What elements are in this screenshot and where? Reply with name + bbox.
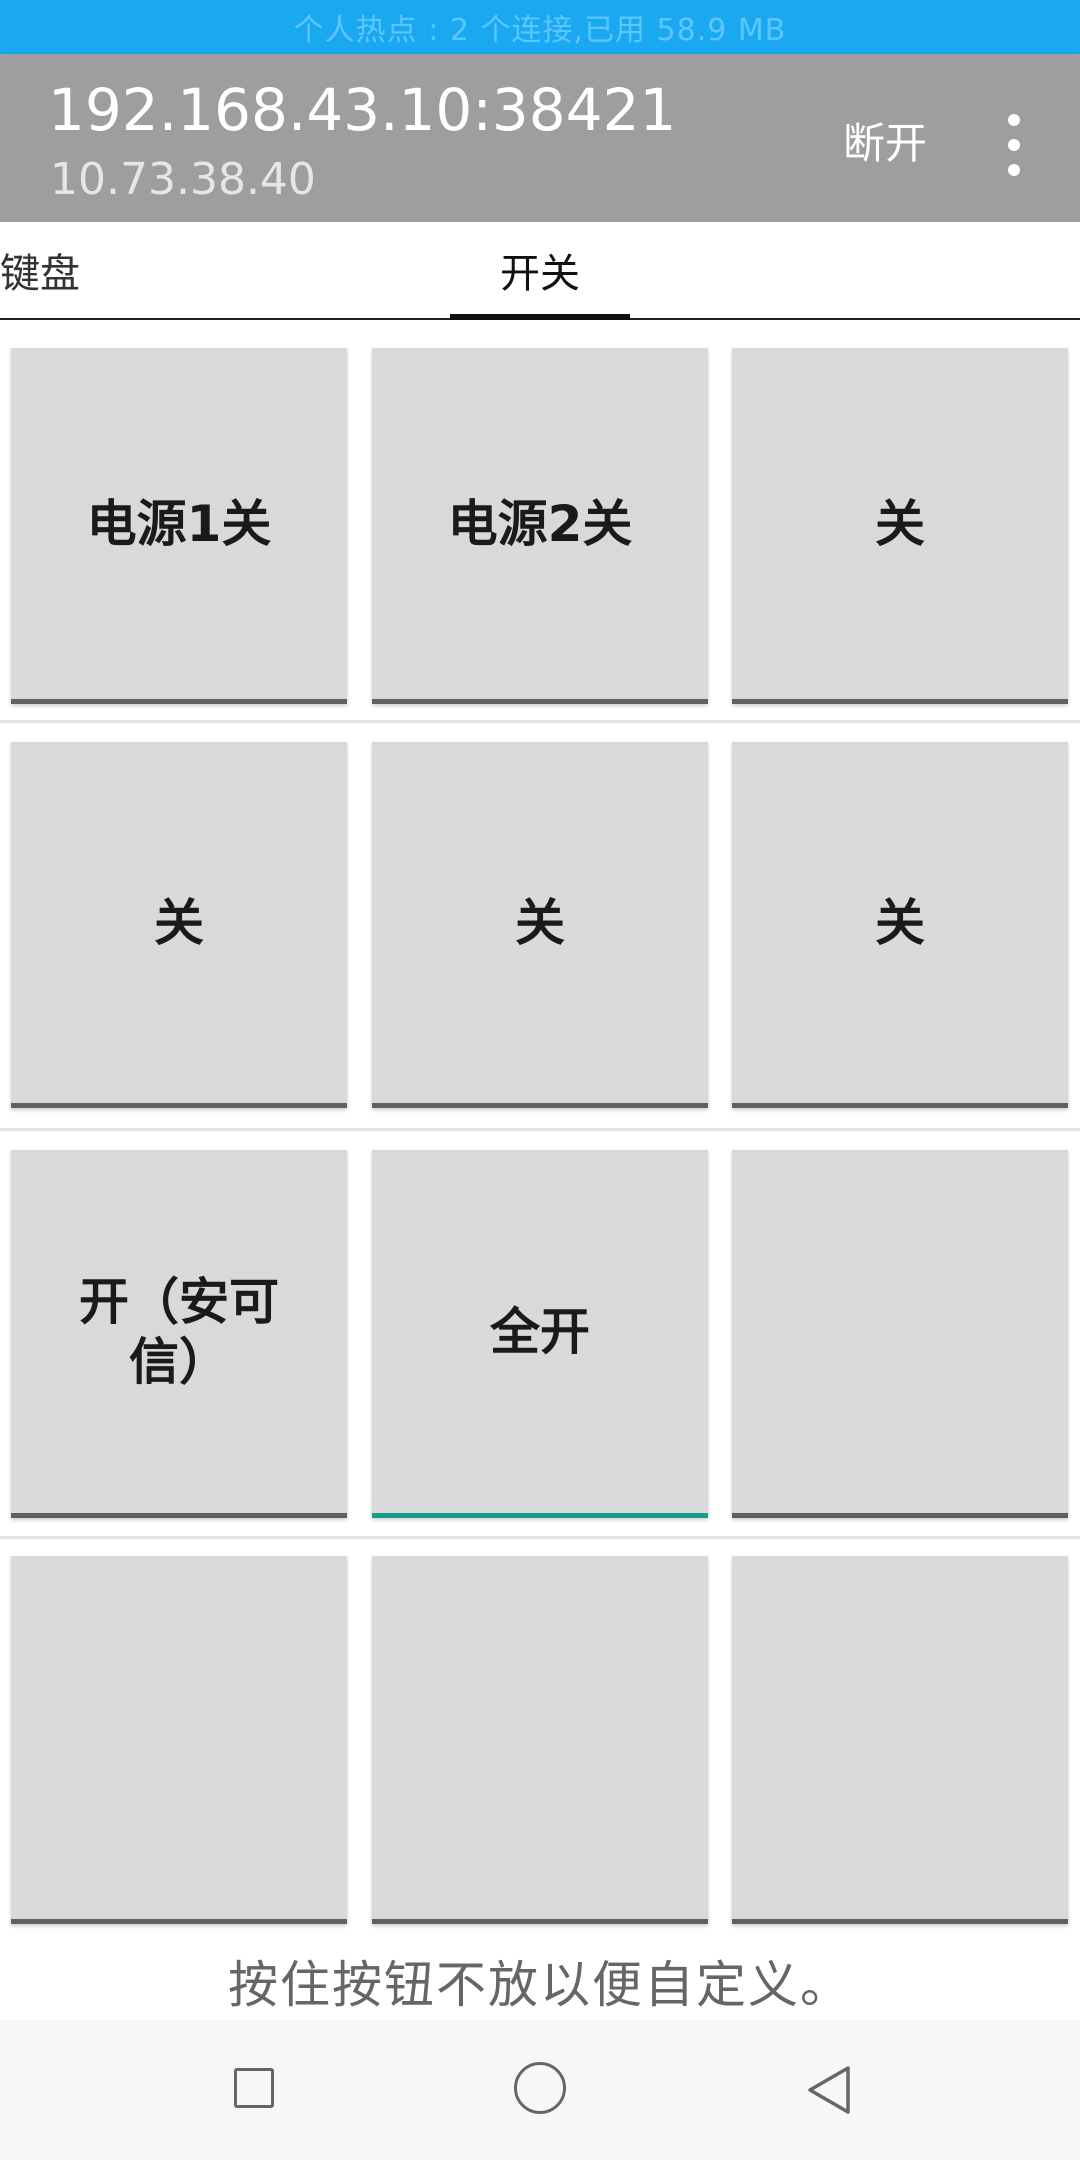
grid-button-label: 关: [875, 494, 925, 553]
grid-button-label: 关: [154, 893, 204, 952]
square-icon[interactable]: [234, 2068, 274, 2108]
grid-button-12[interactable]: [732, 1556, 1068, 1924]
grid-button-2[interactable]: 电源2关: [372, 348, 708, 704]
tab-bar: 键盘 开关: [0, 222, 1080, 320]
app-bar: 192.168.43.10:38421 10.73.38.40 断开: [0, 54, 1080, 222]
tab-indicator: [450, 314, 630, 320]
grid-button-11[interactable]: [372, 1556, 708, 1924]
tab-switch[interactable]: 开关: [450, 222, 630, 318]
row-divider: [0, 720, 1080, 723]
circle-icon[interactable]: [514, 2062, 566, 2114]
more-vert-icon[interactable]: [984, 110, 1044, 180]
status-bar: 个人热点 : 2 个连接,已用 58.9 MB: [0, 0, 1080, 54]
grid-button-6[interactable]: 关: [732, 742, 1068, 1108]
grid-button-label: 开（安可信）: [79, 1272, 279, 1391]
connection-address: 192.168.43.10:38421: [48, 76, 677, 144]
grid-button-label: 全开: [490, 1302, 590, 1361]
row-divider: [0, 1128, 1080, 1131]
disconnect-button[interactable]: 断开: [830, 108, 940, 172]
grid-button-label: 关: [515, 893, 565, 952]
dot: [1008, 164, 1020, 176]
grid-button-7[interactable]: 开（安可信）: [11, 1150, 347, 1518]
grid-button-label: 电源2关: [447, 494, 633, 553]
grid-button-4[interactable]: 关: [11, 742, 347, 1108]
grid-button-label: 关: [875, 893, 925, 952]
status-text: 个人热点 : 2 个连接,已用 58.9 MB: [293, 13, 787, 48]
grid-button-3[interactable]: 关: [732, 348, 1068, 704]
dot: [1008, 139, 1020, 151]
customize-hint: 按住按钮不放以便自定义。: [228, 1956, 852, 2014]
grid-button-8[interactable]: 全开: [372, 1150, 708, 1518]
grid-button-10[interactable]: [11, 1556, 347, 1924]
grid-button-9[interactable]: [732, 1150, 1068, 1518]
row-divider: [0, 1536, 1080, 1539]
triangle-back-icon[interactable]: [800, 2062, 856, 2118]
dot: [1008, 114, 1020, 126]
grid-button-1[interactable]: 电源1关: [11, 348, 347, 704]
screen: 个人热点 : 2 个连接,已用 58.9 MB 192.168.43.10:38…: [0, 0, 1080, 2160]
local-address: 10.73.38.40: [50, 154, 316, 205]
grid-button-5[interactable]: 关: [372, 742, 708, 1108]
nav-bar: [0, 2020, 1080, 2160]
grid-button-label: 电源1关: [86, 494, 272, 553]
tab-keyboard[interactable]: 键盘: [0, 222, 200, 318]
